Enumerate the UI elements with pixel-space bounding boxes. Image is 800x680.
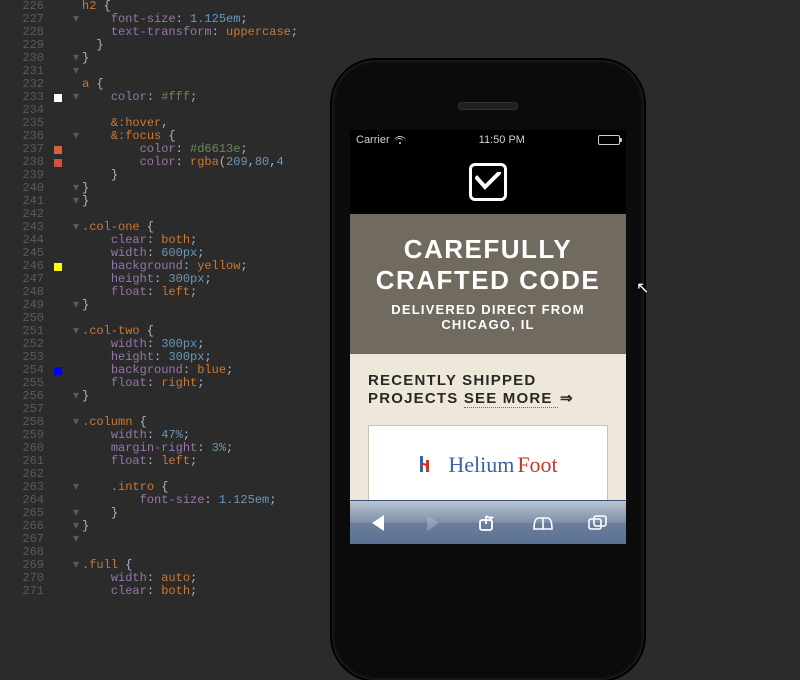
status-bar: Carrier 11:50 PM [350,130,626,150]
forward-button[interactable] [420,510,446,536]
brand-word-1: Helium [448,452,514,477]
hero-subtitle: DELIVERED DIRECT FROM CHICAGO, IL [364,302,612,332]
carrier-label: Carrier [356,134,390,146]
safari-toolbar [350,500,626,544]
site-header [350,150,626,214]
phone-screen: Carrier 11:50 PM CAREFULLY CRAFTED CODE … [350,130,626,544]
webpage[interactable]: CAREFULLY CRAFTED CODE DELIVERED DIRECT … [350,150,626,500]
hero-title: CAREFULLY CRAFTED CODE [364,234,612,296]
phone-speaker [458,102,518,110]
share-button[interactable] [475,510,501,536]
see-more-label: SEE MORE [464,390,553,407]
project-brand: Helium Foot [418,452,557,478]
section-heading: RECENTLY SHIPPED PROJECTS SEE MORE ⇒ [368,372,608,407]
tabs-button[interactable] [585,510,611,536]
project-card[interactable]: Helium Foot [368,425,608,500]
marker-gutter [50,0,70,600]
back-button[interactable] [365,510,391,536]
battery-icon [598,135,620,145]
hero-banner: CAREFULLY CRAFTED CODE DELIVERED DIRECT … [350,214,626,354]
line-number-gutter: 2262272282292302312322332342352362372382… [0,0,50,600]
bookmarks-button[interactable] [530,510,556,536]
brand-mark-icon [418,454,440,476]
site-logo-icon[interactable] [469,163,507,201]
clock: 11:50 PM [479,134,525,146]
see-more-link[interactable]: SEE MORE [464,390,558,408]
brand-word-2: Foot [517,452,557,477]
projects-section: RECENTLY SHIPPED PROJECTS SEE MORE ⇒ Hel… [350,354,626,500]
phone-device-frame: Carrier 11:50 PM CAREFULLY CRAFTED CODE … [332,60,644,680]
wifi-icon [394,136,406,145]
arrow-right-icon: ⇒ [560,390,574,407]
